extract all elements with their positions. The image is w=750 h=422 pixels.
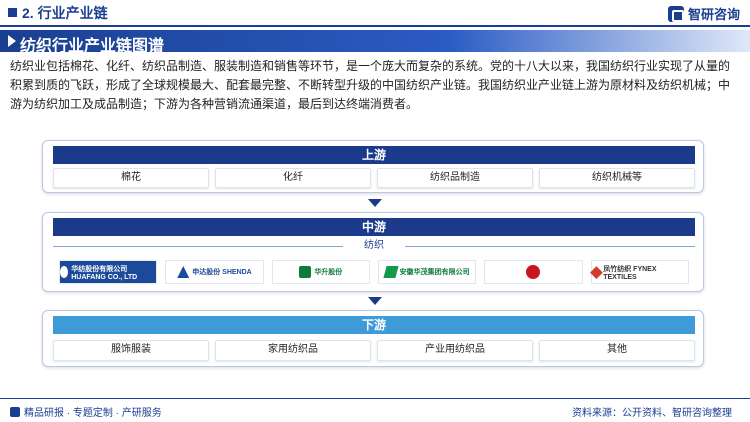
huamao-mark-icon bbox=[383, 266, 399, 278]
midstream-sub-label: 纺织 bbox=[53, 239, 695, 253]
footer-left: 精品研报 · 专题定制 · 产研服务 bbox=[10, 404, 162, 419]
brand-small-icon bbox=[10, 406, 20, 417]
huafang-mark-icon bbox=[60, 266, 69, 278]
downstream-item: 产业用纺织品 bbox=[377, 340, 533, 361]
brand: 智研咨询 bbox=[667, 4, 740, 23]
huasheng-mark-icon bbox=[299, 266, 312, 278]
play-arrow-icon bbox=[8, 35, 16, 47]
huafang-logo: 华纺股份有限公司 HUAFANG CO., LTD bbox=[59, 260, 158, 284]
title-bar: 纺织行业产业链图谱 bbox=[0, 30, 750, 55]
down-arrow-icon bbox=[368, 199, 382, 207]
huamao-logo: 安徽华茂集团有限公司 bbox=[377, 260, 477, 284]
footer-services: 精品研报 · 专题定制 · 产研服务 bbox=[24, 408, 162, 419]
fynex-mark-icon bbox=[589, 265, 603, 279]
midstream-panel: 中游 纺织 华纺股份有限公司 HUAFANG CO., LTD 申达股份 SHE… bbox=[42, 212, 704, 292]
section-marker-icon bbox=[8, 8, 17, 17]
red-seal-icon bbox=[526, 265, 541, 279]
brand-name: 智研咨询 bbox=[687, 7, 740, 22]
huasheng-logo: 华升股份 bbox=[271, 260, 370, 284]
downstream-item: 服饰服装 bbox=[53, 340, 209, 361]
shenda-logo: 申达股份 SHENDA bbox=[165, 260, 264, 284]
downstream-item: 家用纺织品 bbox=[215, 340, 371, 361]
upstream-header: 上游 bbox=[53, 146, 695, 164]
shenda-mark-icon bbox=[177, 266, 190, 278]
huasheng-logo-text: 华升股份 bbox=[314, 269, 343, 276]
upstream-item: 棉花 bbox=[53, 168, 209, 188]
huamao-logo-text: 安徽华茂集团有限公司 bbox=[399, 269, 470, 276]
midstream-header: 中游 bbox=[53, 218, 695, 236]
huafang-logo-text: 华纺股份有限公司 HUAFANG CO., LTD bbox=[71, 265, 138, 281]
page-title: 纺织行业产业链图谱 bbox=[20, 38, 165, 55]
fynex-logo: 凤竹纺织 FYNEX TEXTILES bbox=[589, 260, 689, 284]
footer-divider bbox=[0, 398, 750, 399]
downstream-item: 其他 bbox=[539, 340, 695, 361]
upstream-panel: 上游 棉花 化纤 纺织品制造 纺织机械等 bbox=[42, 140, 704, 193]
section-title: 2. 行业产业链 bbox=[22, 5, 108, 21]
shenda-logo-text: 申达股份 SHENDA bbox=[192, 269, 252, 276]
downstream-header: 下游 bbox=[53, 316, 695, 334]
down-arrow-icon bbox=[368, 297, 382, 305]
description: 纺织业包括棉花、化纤、纺织品制造、服装制造和销售等环节，是一个庞大而复杂的系统。… bbox=[10, 59, 731, 111]
source-note: 资料来源：公开资料、智研咨询整理 bbox=[572, 408, 732, 419]
upstream-items: 棉花 化纤 纺织品制造 纺织机械等 bbox=[53, 168, 695, 188]
upstream-item: 化纤 bbox=[215, 168, 371, 188]
top-divider bbox=[0, 25, 750, 27]
fynex-logo-text: 凤竹纺织 FYNEX TEXTILES bbox=[603, 265, 657, 281]
upstream-item: 纺织品制造 bbox=[377, 168, 533, 188]
top-bar: 2. 行业产业链 智研咨询 bbox=[0, 0, 750, 26]
red-seal-logo bbox=[484, 260, 583, 284]
downstream-items: 服饰服装 家用纺织品 产业用纺织品 其他 bbox=[53, 340, 695, 361]
company-logos: 华纺股份有限公司 HUAFANG CO., LTD 申达股份 SHENDA 华升… bbox=[59, 260, 689, 284]
downstream-panel: 下游 服饰服装 家用纺织品 产业用纺织品 其他 bbox=[42, 310, 704, 367]
brand-logo-icon bbox=[667, 5, 684, 22]
upstream-item: 纺织机械等 bbox=[539, 168, 695, 188]
